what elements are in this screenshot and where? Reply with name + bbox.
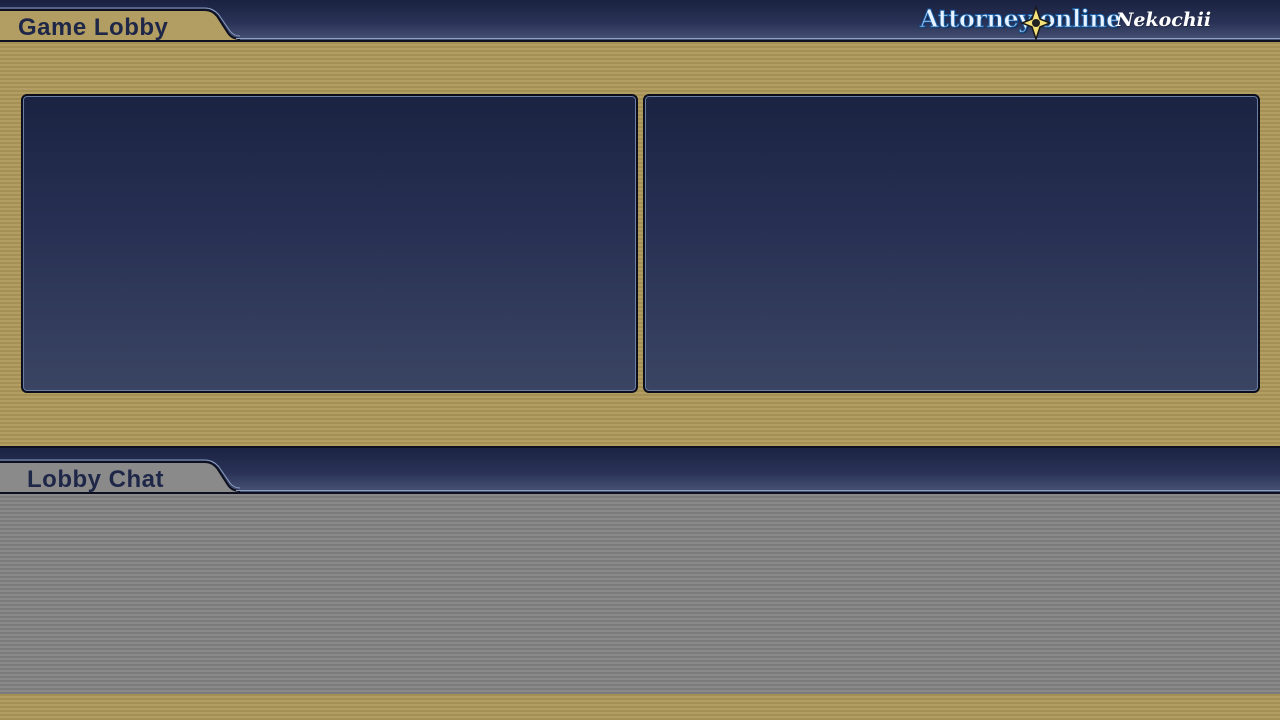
lobby-chat-title: Lobby Chat (27, 466, 164, 493)
game-lobby-title: Game Lobby (18, 14, 169, 41)
lobby-chat-header: Lobby Chat (0, 446, 1280, 494)
server-list-panel[interactable] (21, 94, 638, 393)
attorney-online-logo: Attorney online Nekochii (920, 3, 1211, 41)
game-lobby-header: Game Lobby Attorney online Nekochii (0, 0, 1280, 42)
chat-header-highlight-line (236, 490, 1280, 491)
logo-emblem-icon (1021, 5, 1051, 41)
lobby-chat-log[interactable] (0, 494, 1280, 694)
server-info-panel[interactable] (643, 94, 1260, 393)
logo-subtitle: Nekochii (1116, 9, 1212, 31)
